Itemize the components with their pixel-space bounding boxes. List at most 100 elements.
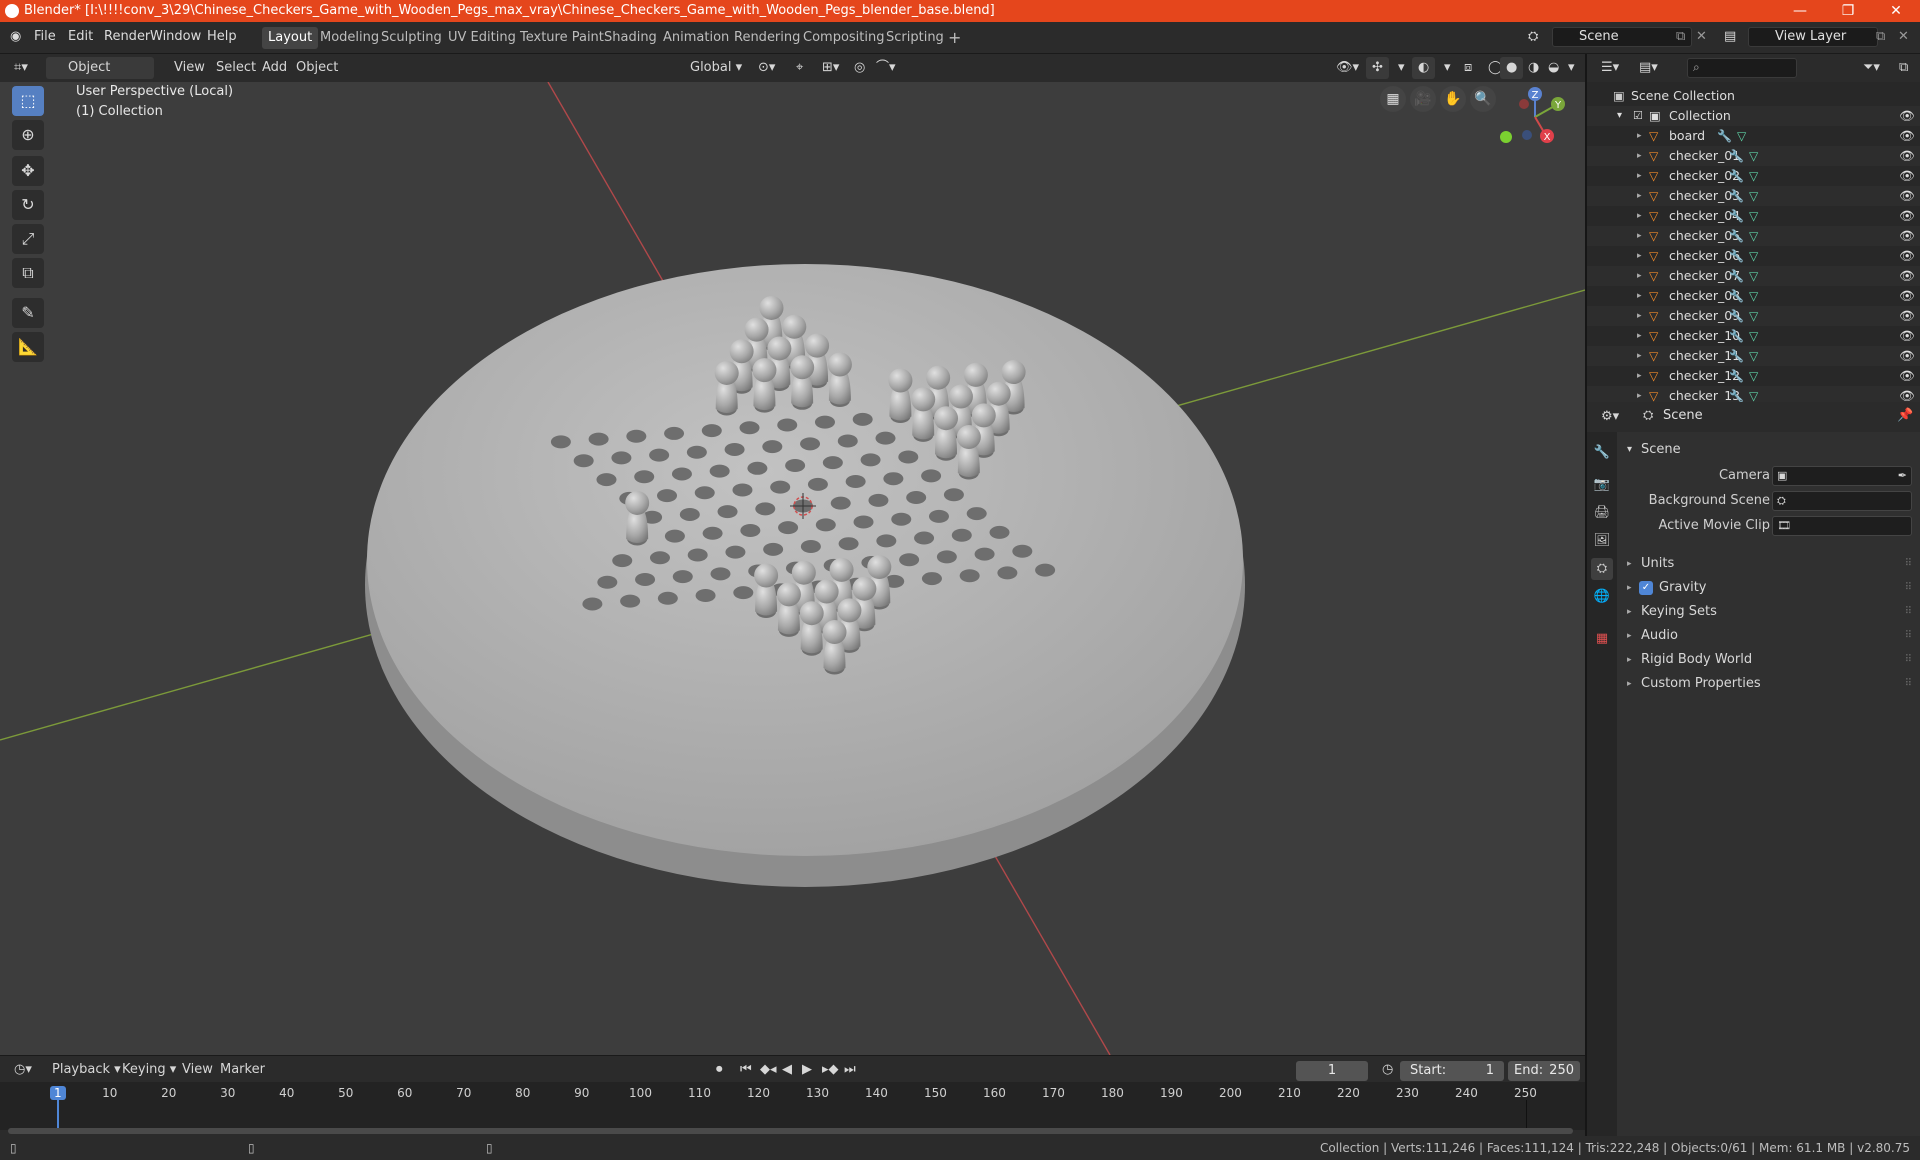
menu-help[interactable]: Help	[207, 29, 237, 44]
scene-browse-icon[interactable]: ⛭	[1528, 29, 1538, 44]
modifier-icon[interactable]: 🔧	[1729, 186, 1744, 206]
expand-arrow-icon[interactable]: ▸	[1637, 206, 1642, 226]
mesh-data-icon[interactable]: ▽	[1749, 306, 1758, 326]
menu-object[interactable]: Object	[290, 57, 344, 79]
select-box-tool-icon[interactable]: ⬚	[12, 86, 44, 116]
texture-tab-icon[interactable]: ▦	[1591, 628, 1613, 650]
tab-shading[interactable]: Shading	[598, 27, 663, 49]
expand-arrow-icon[interactable]: ▸	[1637, 226, 1642, 246]
shading-dropdown-icon[interactable]: ▾	[1562, 57, 1581, 79]
measure-tool-icon[interactable]: 📐	[12, 332, 44, 362]
outliner-item[interactable]: ▸ ▽ checker_12 🔧 ▽ 👁	[1587, 366, 1920, 386]
orientation-dropdown[interactable]: Global ▾	[670, 57, 748, 79]
properties-section[interactable]: ▸ Keying Sets ⠿	[1617, 600, 1920, 624]
drag-handle-icon[interactable]: ⠿	[1905, 576, 1912, 600]
visibility-eye-icon[interactable]: 👁	[1899, 186, 1915, 206]
record-icon[interactable]: ⏺	[710, 1059, 729, 1081]
playhead[interactable]	[57, 1100, 59, 1130]
mesh-data-icon[interactable]: ▽	[1749, 226, 1758, 246]
expand-arrow-icon[interactable]: ▸	[1637, 326, 1642, 346]
modifier-icon[interactable]: 🔧	[1729, 366, 1744, 386]
expand-arrow-icon[interactable]: ▸	[1637, 246, 1642, 266]
modifier-icon[interactable]: 🔧	[1729, 346, 1744, 366]
outliner-item[interactable]: ▸ ▽ checker_01 🔧 ▽ 👁	[1587, 146, 1920, 166]
solid-shading-icon[interactable]: ●	[1500, 57, 1524, 79]
snap-icon[interactable]: ⌖	[790, 57, 809, 79]
display-mode-icon[interactable]: ▤▾	[1633, 57, 1664, 79]
gizmo-toggle-icon[interactable]: ✣	[1366, 57, 1389, 79]
outliner-item[interactable]: ▸ ▽ checker_08 🔧 ▽ 👁	[1587, 286, 1920, 306]
zoom-view-icon[interactable]: 🔍	[1470, 86, 1496, 112]
viewlayer-remove-icon[interactable]: ✕	[1898, 29, 1909, 44]
scene-field[interactable]: Scene	[1552, 27, 1692, 47]
view-layer-tab-icon[interactable]: 🖼	[1591, 530, 1613, 552]
minimize-icon[interactable]: —	[1780, 0, 1820, 22]
drag-handle-icon[interactable]: ⠿	[1905, 600, 1912, 624]
mesh-data-icon[interactable]: ▽	[1749, 366, 1758, 386]
visibility-eye-icon[interactable]: 👁	[1899, 306, 1915, 326]
expand-arrow-icon[interactable]: ▸	[1637, 266, 1642, 286]
mesh-data-icon[interactable]: ▽	[1749, 166, 1758, 186]
viewlayer-field[interactable]: View Layer	[1748, 27, 1878, 47]
scene-tab-icon[interactable]: ⛭	[1591, 558, 1613, 580]
play-icon[interactable]: ▶	[796, 1059, 818, 1081]
visibility-eye-icon[interactable]: 👁	[1899, 266, 1915, 286]
drag-handle-icon[interactable]: ⠿	[1905, 672, 1912, 696]
menu-edit[interactable]: Edit	[68, 29, 93, 44]
properties-section[interactable]: ▸ Custom Properties ⠿	[1617, 672, 1920, 696]
visibility-eye-icon[interactable]: 👁	[1899, 106, 1915, 126]
tab-texture-paint[interactable]: Texture Paint	[514, 27, 610, 49]
property-field[interactable]: ▣ ✒	[1772, 466, 1912, 486]
expand-arrow-icon[interactable]: ▾	[1617, 106, 1622, 126]
visibility-eye-icon[interactable]: 👁	[1899, 286, 1915, 306]
mesh-data-icon[interactable]: ▽	[1737, 126, 1746, 146]
visibility-eye-icon[interactable]: 👁	[1899, 126, 1915, 146]
outliner-item[interactable]: ▸ ▽ board 🔧 ▽ 👁	[1587, 126, 1920, 146]
tab-rendering[interactable]: Rendering	[728, 27, 806, 49]
visibility-icon[interactable]: 👁▾	[1330, 57, 1365, 79]
xray-icon[interactable]: ⧈	[1458, 57, 1478, 79]
outliner-item[interactable]: ▸ ▽ checker_09 🔧 ▽ 👁	[1587, 306, 1920, 326]
properties-section[interactable]: ▸ Rigid Body World ⠿	[1617, 648, 1920, 672]
outliner-collection[interactable]: ▾ ☑ ▣ Collection 👁	[1587, 106, 1920, 126]
scale-tool-icon[interactable]: ⤢	[12, 224, 44, 254]
pan-view-icon[interactable]: ✋	[1440, 86, 1466, 112]
mesh-data-icon[interactable]: ▽	[1749, 266, 1758, 286]
properties-section[interactable]: ▸ Audio ⠿	[1617, 624, 1920, 648]
mesh-data-icon[interactable]: ▽	[1749, 246, 1758, 266]
proportional-edit-icon[interactable]: ◎	[848, 57, 871, 79]
eyedropper-icon[interactable]: ✒	[1898, 467, 1907, 485]
blender-menu-icon[interactable]: ◉	[10, 29, 21, 44]
mesh-data-icon[interactable]: ▽	[1749, 326, 1758, 346]
close-icon[interactable]: ✕	[1876, 0, 1916, 22]
outliner-editor-type-icon[interactable]: ☰▾	[1595, 57, 1625, 79]
viewlayer-browse-icon[interactable]: ▤	[1724, 29, 1736, 44]
menu-window[interactable]: Window	[150, 29, 201, 44]
collapse-arrow-icon[interactable]: ▸	[1627, 600, 1632, 624]
outliner-item[interactable]: ▸ ▽ checker_05 🔧 ▽ 👁	[1587, 226, 1920, 246]
properties-editor-type-icon[interactable]: ⚙▾	[1595, 406, 1625, 428]
modifier-icon[interactable]: 🔧	[1729, 306, 1744, 326]
property-field[interactable]: 🎞	[1772, 516, 1912, 536]
visibility-eye-icon[interactable]: 👁	[1899, 326, 1915, 346]
mesh-data-icon[interactable]: ▽	[1749, 286, 1758, 306]
modifier-icon[interactable]: 🔧	[1729, 146, 1744, 166]
outliner-item[interactable]: ▸ ▽ checker_10 🔧 ▽ 👁	[1587, 326, 1920, 346]
collapse-arrow-icon[interactable]: ▸	[1627, 648, 1632, 672]
visibility-eye-icon[interactable]: 👁	[1899, 146, 1915, 166]
modifier-icon[interactable]: 🔧	[1717, 126, 1732, 146]
collapse-arrow-icon[interactable]: ▸	[1627, 576, 1632, 600]
drag-handle-icon[interactable]: ⠿	[1905, 624, 1912, 648]
add-workspace-icon[interactable]: +	[942, 27, 967, 49]
menu-render[interactable]: Render	[104, 29, 150, 44]
overlay-dropdown-icon[interactable]: ▾	[1438, 57, 1457, 79]
navigation-gizmo[interactable]: Z Y X	[1500, 82, 1570, 152]
outliner-item[interactable]: ▸ ▽ checker_02 🔧 ▽ 👁	[1587, 166, 1920, 186]
expand-arrow-icon[interactable]: ▸	[1637, 126, 1642, 146]
timeline-scrollbar[interactable]	[8, 1128, 1573, 1134]
modifier-icon[interactable]: 🔧	[1729, 246, 1744, 266]
visibility-eye-icon[interactable]: 👁	[1899, 366, 1915, 386]
annotate-tool-icon[interactable]: ✎	[12, 298, 44, 328]
start-frame-field[interactable]: Start: 1	[1400, 1061, 1504, 1081]
pin-icon[interactable]: 📌	[1897, 408, 1913, 423]
